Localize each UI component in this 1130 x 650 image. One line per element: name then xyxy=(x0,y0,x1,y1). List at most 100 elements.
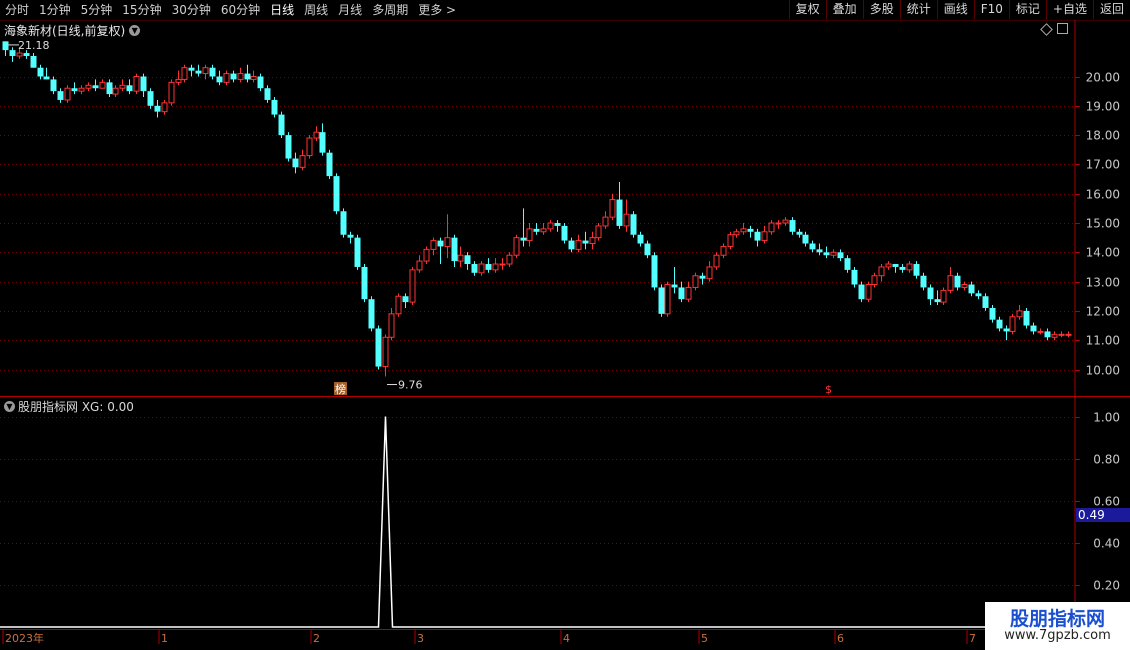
candle-body-down xyxy=(361,266,368,300)
candle-body-down xyxy=(934,299,941,303)
candle-body-up xyxy=(181,67,188,80)
candle-body-up xyxy=(1037,330,1044,333)
candle-body-down xyxy=(982,296,989,308)
candle-body-up xyxy=(692,275,699,288)
kline-chart[interactable]: 10.0011.0012.0013.0014.0015.0016.0017.00… xyxy=(0,0,1130,650)
indicator-tick-label: 0.60 xyxy=(1093,495,1120,509)
high-annotation: 21.18 xyxy=(18,39,50,52)
date-tick-label: 3 xyxy=(417,632,424,645)
candle-body-up xyxy=(64,87,71,101)
candle-body-up xyxy=(250,76,257,80)
candle-body-down xyxy=(9,50,16,56)
candle-body-up xyxy=(706,266,713,280)
watermark: 股朋指标网 www.7gpzb.com xyxy=(985,602,1130,650)
candle-body-down xyxy=(699,275,706,279)
candle-body-up xyxy=(595,225,602,239)
candle-body-down xyxy=(582,240,589,244)
candle-body-down xyxy=(37,67,44,77)
candle-body-down xyxy=(975,293,982,297)
candle-body-down xyxy=(264,88,271,100)
candle-body-down xyxy=(57,91,64,100)
candle-body-up xyxy=(306,137,313,157)
candle-body-down xyxy=(1044,331,1051,338)
candle-body-down xyxy=(106,82,113,95)
candle-body-down xyxy=(892,264,899,267)
indicator-tick-label: 0.40 xyxy=(1093,537,1120,551)
date-tick-label: 6 xyxy=(837,632,844,645)
candle-body-down xyxy=(851,269,858,285)
candle-body-up xyxy=(720,245,727,256)
candle-body-up xyxy=(1058,333,1065,336)
candle-body-down xyxy=(209,67,216,77)
candle-body-up xyxy=(388,313,395,338)
candle-body-up xyxy=(430,240,437,250)
candle-body-up xyxy=(416,260,423,271)
candle-body-down xyxy=(340,211,347,235)
candle-body-down xyxy=(464,255,471,265)
price-tick-label: 11.00 xyxy=(1086,334,1120,348)
candle-body-up xyxy=(457,254,464,262)
date-tick-label: 4 xyxy=(563,632,570,645)
candle-body-down xyxy=(147,91,154,106)
candle-body-up xyxy=(492,263,499,271)
candle-body-down xyxy=(968,284,975,294)
candle-body-up xyxy=(1016,310,1023,318)
candle-body-up xyxy=(685,286,692,300)
candle-body-up xyxy=(906,263,913,271)
candle-body-up xyxy=(16,52,23,57)
candle-body-up xyxy=(506,254,513,265)
candle-body-down xyxy=(244,73,251,80)
candle-body-down xyxy=(533,228,540,232)
candle-body-down xyxy=(326,152,333,177)
price-tick-label: 10.00 xyxy=(1086,364,1120,378)
candle-body-down xyxy=(809,243,816,250)
candle-body-up xyxy=(478,263,485,274)
candle-body-up xyxy=(713,254,720,268)
candle-body-up xyxy=(540,228,547,233)
candle-body-down xyxy=(754,231,761,241)
candle-body-up xyxy=(409,269,416,303)
candle-body-up xyxy=(395,295,402,315)
candle-body-down xyxy=(1023,310,1030,326)
candle-body-down xyxy=(375,328,382,367)
candle-body-down xyxy=(630,214,637,235)
candle-body-up xyxy=(223,73,230,83)
candle-body-up xyxy=(885,263,892,268)
candle-body-up xyxy=(871,275,878,286)
price-tick-label: 14.00 xyxy=(1086,246,1120,260)
watermark-title: 股朋指标网 xyxy=(1009,608,1105,630)
candle-body-up xyxy=(589,237,596,245)
candle-body-down xyxy=(257,76,264,89)
candle-body-up xyxy=(740,228,747,233)
candle-body-up xyxy=(133,76,140,92)
candle-body-up xyxy=(85,84,92,89)
candle-body-up xyxy=(602,216,609,227)
candle-body-down xyxy=(561,225,568,241)
candle-body-up xyxy=(775,222,782,225)
candle-body-up xyxy=(202,67,209,75)
candle-body-down xyxy=(43,76,50,80)
event-marker-label: 榜 xyxy=(335,382,346,396)
candle-body-down xyxy=(485,264,492,270)
date-tick-label: 2 xyxy=(313,632,320,645)
candle-body-down xyxy=(154,105,161,112)
candle-body-up xyxy=(947,275,954,291)
candle-body-up xyxy=(99,81,106,89)
candle-body-down xyxy=(23,53,30,56)
candle-body-up xyxy=(830,251,837,256)
price-tick-label: 20.00 xyxy=(1086,71,1120,85)
candle-body-up xyxy=(664,284,671,315)
candle-body-down xyxy=(823,252,830,256)
candle-body-down xyxy=(899,266,906,270)
indicator-tick-label: 0.20 xyxy=(1093,579,1120,593)
candle-body-up xyxy=(299,155,306,168)
price-tick-label: 19.00 xyxy=(1086,100,1120,114)
candle-body-down xyxy=(837,252,844,259)
candle-body-down xyxy=(140,76,147,92)
candle-body-up xyxy=(727,234,734,247)
candle-body-down xyxy=(671,284,678,288)
candle-body-up xyxy=(112,87,119,95)
date-tick-label: 7 xyxy=(969,632,976,645)
candle-body-up xyxy=(547,222,554,230)
candle-body-down xyxy=(651,255,658,288)
